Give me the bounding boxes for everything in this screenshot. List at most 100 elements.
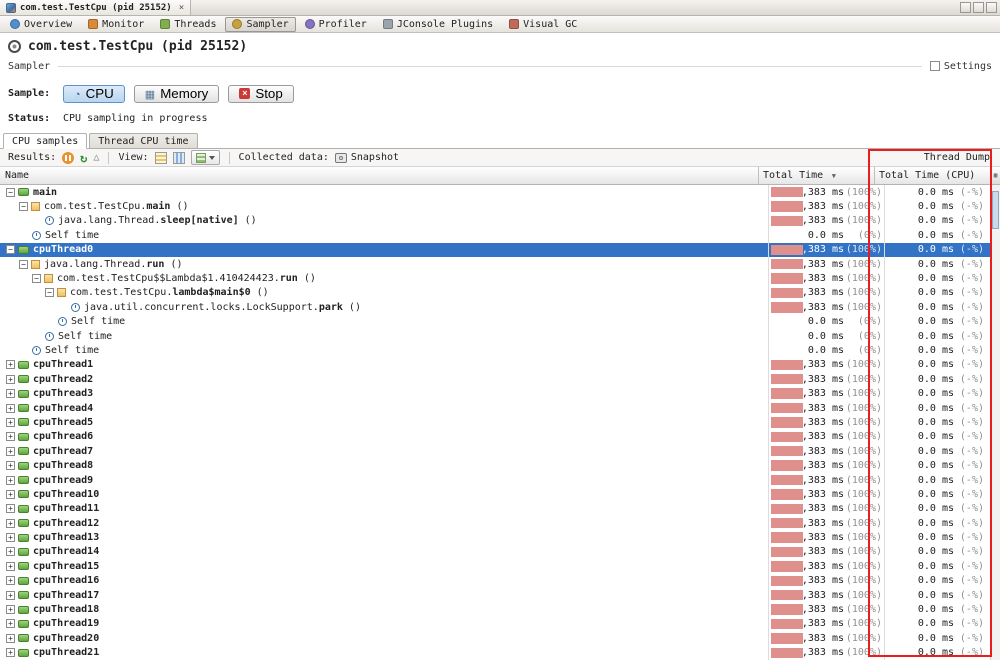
tab-cpu-samples[interactable]: CPU samples	[3, 133, 88, 149]
delta-results-icon[interactable]	[93, 152, 99, 164]
settings-toggle[interactable]: Settings	[929, 61, 992, 72]
tree-table-row[interactable]: − main 10,383 ms (100%) 0.0 ms (-%)	[0, 185, 1000, 200]
expand-toggle-icon[interactable]: +	[6, 432, 15, 442]
cpu-sample-button[interactable]: CPU	[63, 84, 125, 103]
node-label: Self time	[45, 344, 100, 356]
expand-toggle-icon[interactable]: +	[6, 533, 15, 543]
expand-toggle-icon[interactable]: +	[6, 518, 15, 528]
tree-table-row[interactable]: + cpuThread3 10,383 ms (100%) 0.0 ms (-%)	[0, 386, 1000, 401]
tab-thread-cpu-time[interactable]: Thread CPU time	[89, 133, 198, 148]
expand-toggle-icon[interactable]: +	[6, 461, 15, 471]
tab-overview[interactable]: Overview	[3, 17, 79, 32]
expand-toggle-icon[interactable]: +	[6, 605, 15, 615]
tree-table-row[interactable]: java.util.concurrent.locks.LockSupport.p…	[0, 300, 1000, 315]
total-time-cell: 10,383 ms (100%)	[768, 544, 884, 560]
total-time-cell: 10,383 ms (100%)	[768, 213, 884, 229]
restore-button-icon[interactable]	[973, 2, 984, 13]
tree-table-row[interactable]: − cpuThread0 10,383 ms (100%) 0.0 ms (-%)	[0, 242, 1000, 257]
tree-table-row[interactable]: + cpuThread2 10,383 ms (100%) 0.0 ms (-%)	[0, 372, 1000, 387]
cpu-time-percent: (-%)	[959, 445, 984, 457]
expand-toggle-icon[interactable]: +	[6, 547, 15, 557]
vertical-scrollbar[interactable]	[990, 185, 1000, 660]
table-customize-corner-button[interactable]: ▦	[990, 167, 1000, 184]
thread-dump-button[interactable]: Thread Dump	[924, 152, 990, 163]
expand-toggle-icon[interactable]: +	[6, 374, 15, 384]
column-header-name[interactable]: Name	[0, 170, 758, 181]
refresh-results-icon[interactable]	[80, 152, 87, 164]
expand-toggle-icon[interactable]: +	[6, 504, 15, 514]
tree-table-row[interactable]: + cpuThread20 10,383 ms (100%) 0.0 ms (-%)	[0, 631, 1000, 646]
column-header-total-time[interactable]: Total Time ▼	[758, 167, 874, 184]
tab-sampler[interactable]: Sampler	[225, 16, 296, 32]
document-tab[interactable]: com.test.TestCpu (pid 25152) ×	[0, 0, 192, 15]
tree-table-row[interactable]: + cpuThread4 10,383 ms (100%) 0.0 ms (-%)	[0, 400, 1000, 416]
forward-calls-view-icon[interactable]	[154, 151, 167, 164]
tree-table-row[interactable]: Self time 0.0 ms (0%) 0.0 ms (-%)	[0, 343, 1000, 358]
tab-profiler[interactable]: Profiler	[298, 17, 374, 32]
minimize-button-icon[interactable]	[960, 2, 971, 13]
tab-visual-gc[interactable]: Visual GC	[502, 17, 584, 32]
tree-table-row[interactable]: + cpuThread15 10,383 ms (100%) 0.0 ms (-%)	[0, 559, 1000, 574]
tree-table-row[interactable]: + cpuThread8 10,383 ms (100%) 0.0 ms (-%)	[0, 458, 1000, 473]
tree-table-row[interactable]: + cpuThread13 10,383 ms (100%) 0.0 ms (-%)	[0, 530, 1000, 545]
expand-toggle-icon[interactable]: +	[6, 633, 15, 643]
tree-table-row[interactable]: + cpuThread19 10,383 ms (100%) 0.0 ms (-%)	[0, 616, 1000, 632]
stop-button[interactable]: Stop	[228, 84, 294, 103]
tree-table-row[interactable]: + cpuThread1 10,383 ms (100%) 0.0 ms (-%)	[0, 357, 1000, 373]
tree-table-row[interactable]: + cpuThread5 10,383 ms (100%) 0.0 ms (-%)	[0, 415, 1000, 430]
collapse-toggle-icon[interactable]: −	[32, 274, 41, 284]
expand-toggle-icon[interactable]: +	[6, 417, 15, 427]
tree-table-row[interactable]: + cpuThread12 10,383 ms (100%) 0.0 ms (-%)	[0, 515, 1000, 531]
expand-toggle-icon[interactable]: +	[6, 648, 15, 658]
tree-table-row[interactable]: + cpuThread7 10,383 ms (100%) 0.0 ms (-%)	[0, 444, 1000, 459]
tree-table-row[interactable]: Self time 0.0 ms (0%) 0.0 ms (-%)	[0, 314, 1000, 329]
tab-jconsole-plugins[interactable]: JConsole Plugins	[376, 17, 500, 32]
clock-icon	[32, 345, 41, 355]
snapshot-button[interactable]: Snapshot	[334, 152, 399, 163]
tree-table-row[interactable]: + cpuThread9 10,383 ms (100%) 0.0 ms (-%)	[0, 472, 1000, 488]
tree-table-row[interactable]: Self time 0.0 ms (0%) 0.0 ms (-%)	[0, 228, 1000, 243]
tree-table-row[interactable]: + cpuThread16 10,383 ms (100%) 0.0 ms (-%)	[0, 573, 1000, 588]
collapse-toggle-icon[interactable]: −	[6, 187, 15, 197]
tree-table-row[interactable]: java.lang.Thread.sleep[native] () 10,383 …	[0, 213, 1000, 229]
expand-toggle-icon[interactable]: +	[6, 403, 15, 413]
expand-toggle-icon[interactable]: +	[6, 590, 15, 600]
pause-results-icon[interactable]	[62, 151, 75, 164]
tree-table-row[interactable]: + cpuThread21 10,383 ms (100%) 0.0 ms (-%)	[0, 645, 1000, 660]
tree-table-row[interactable]: − com.test.TestCpu.lambda$main$0 () 10,383…	[0, 285, 1000, 301]
expand-toggle-icon[interactable]: +	[6, 446, 15, 456]
collapse-toggle-icon[interactable]: −	[19, 202, 28, 212]
column-header-total-time-cpu[interactable]: Total Time (CPU)	[874, 167, 990, 184]
tab-threads[interactable]: Threads	[153, 17, 223, 32]
tree-table-row[interactable]: − java.lang.Thread.run () 10,383 ms (100%) 0…	[0, 256, 1000, 272]
tab-monitor[interactable]: Monitor	[81, 17, 151, 32]
total-time-percent: (100%)	[845, 402, 882, 414]
tree-table-row[interactable]: + cpuThread17 10,383 ms (100%) 0.0 ms (-%)	[0, 587, 1000, 603]
tab-label: Profiler	[318, 18, 367, 30]
expand-toggle-icon[interactable]: +	[6, 475, 15, 485]
expand-toggle-icon[interactable]: +	[6, 389, 15, 399]
tree-table-row[interactable]: − com.test.TestCpu.main () 10,383 ms (100%)…	[0, 199, 1000, 214]
hot-spots-view-icon[interactable]	[172, 151, 185, 164]
close-window-button-icon[interactable]	[986, 2, 997, 13]
expand-toggle-icon[interactable]: +	[6, 576, 15, 586]
collapse-toggle-icon[interactable]: −	[19, 259, 28, 269]
expand-toggle-icon[interactable]: +	[6, 360, 15, 370]
tree-table-row[interactable]: Self time 0.0 ms (0%) 0.0 ms (-%)	[0, 328, 1000, 344]
close-tab-icon[interactable]: ×	[179, 3, 184, 13]
expand-toggle-icon[interactable]: +	[6, 489, 15, 499]
collapse-toggle-icon[interactable]: −	[6, 245, 15, 255]
tree-table-row[interactable]: − com.test.TestCpu$$Lambda$1.410424423.ru…	[0, 271, 1000, 286]
tree-table-row[interactable]: + cpuThread6 10,383 ms (100%) 0.0 ms (-%)	[0, 429, 1000, 445]
tree-table-row[interactable]: + cpuThread18 10,383 ms (100%) 0.0 ms (-%)	[0, 602, 1000, 617]
expand-toggle-icon[interactable]: +	[6, 561, 15, 571]
view-combo[interactable]	[190, 150, 220, 165]
settings-checkbox[interactable]	[929, 61, 940, 71]
tree-table-row[interactable]: + cpuThread14 10,383 ms (100%) 0.0 ms (-%)	[0, 544, 1000, 560]
memory-sample-button[interactable]: Memory	[133, 84, 220, 103]
tree-table-row[interactable]: + cpuThread10 10,383 ms (100%) 0.0 ms (-%)	[0, 487, 1000, 502]
collapse-toggle-icon[interactable]: −	[45, 288, 54, 298]
expand-toggle-icon[interactable]: +	[6, 619, 15, 629]
tree-table-row[interactable]: + cpuThread11 10,383 ms (100%) 0.0 ms (-%)	[0, 501, 1000, 516]
scrollbar-thumb[interactable]	[992, 191, 999, 229]
